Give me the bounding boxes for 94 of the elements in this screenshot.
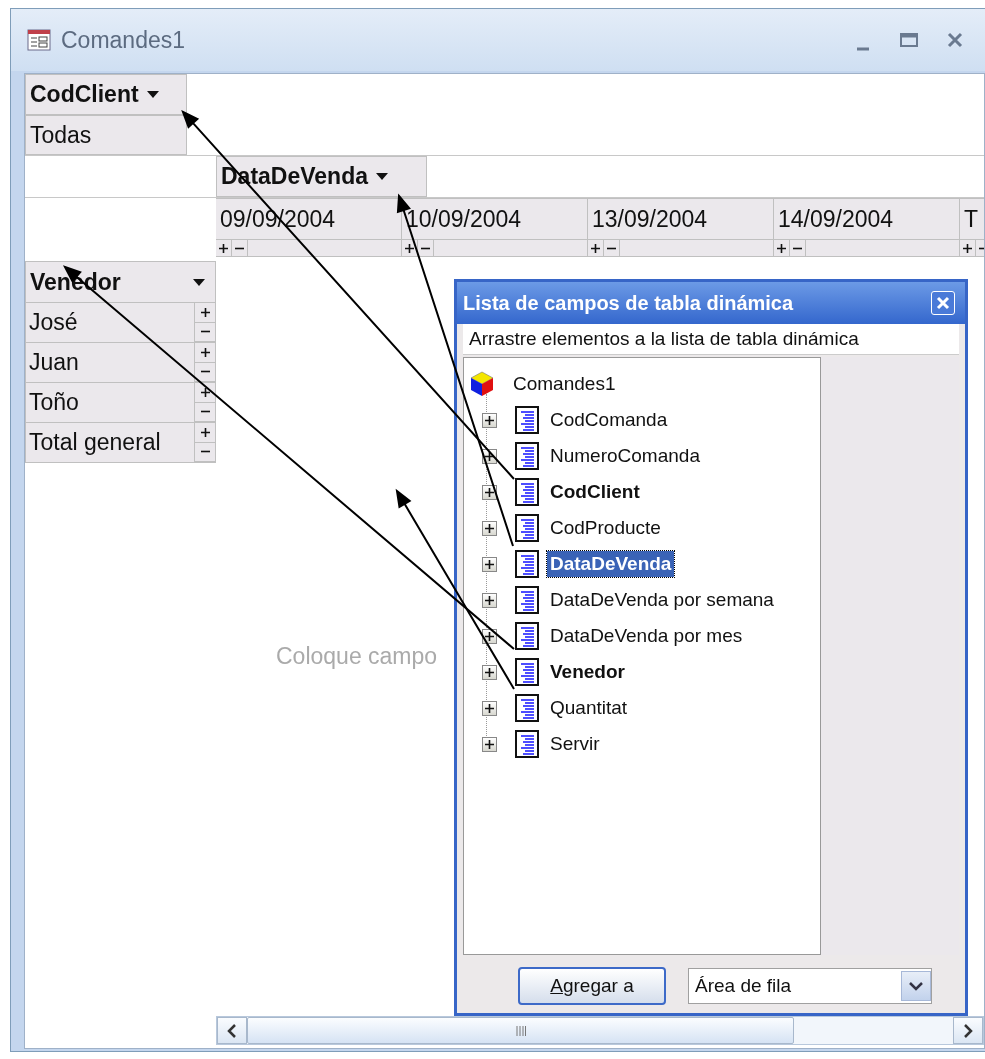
column-header: 10/09/2004 [405, 204, 523, 234]
minus-icon [200, 330, 210, 334]
field-list-icon [515, 730, 539, 758]
field-list-icon [515, 694, 539, 722]
expand-button[interactable] [482, 592, 497, 608]
plus-icon [591, 243, 600, 253]
expand-button[interactable] [482, 664, 497, 680]
expand-button[interactable] [216, 240, 232, 256]
plus-icon [200, 307, 210, 317]
row-header: Toño [28, 388, 80, 417]
scroll-right-button[interactable] [953, 1017, 983, 1044]
minus-icon [235, 246, 244, 250]
collapse-button[interactable] [790, 240, 806, 256]
expand-button[interactable] [774, 240, 790, 256]
cube-icon [470, 371, 494, 397]
field-list-icon [515, 406, 539, 434]
field-item[interactable]: NumeroComanda [547, 443, 703, 469]
minus-icon [200, 410, 210, 414]
filter-field-button[interactable]: CodClient [25, 74, 187, 115]
collapse-button[interactable] [604, 240, 620, 256]
chevron-down-icon [909, 981, 923, 991]
minus-icon [607, 246, 616, 250]
row-header: Juan [28, 348, 80, 377]
field-list-icon [515, 442, 539, 470]
add-to-button[interactable]: Agregar a [518, 967, 666, 1005]
field-list-icon [515, 478, 539, 506]
field-list-icon [515, 658, 539, 686]
field-item[interactable]: DataDeVenda por semana [547, 587, 777, 613]
chevron-right-icon [963, 1023, 973, 1038]
plus-icon [485, 703, 494, 713]
scroll-left-button[interactable] [217, 1017, 247, 1044]
plus-icon [485, 559, 494, 569]
plus-icon [777, 243, 786, 253]
row-header: Total general [28, 428, 162, 457]
minus-icon [793, 246, 802, 250]
caret-icon [376, 173, 388, 180]
instruction-text: Arrastre elementos a la lista de tabla dinámica [463, 324, 959, 355]
collapse-button[interactable] [232, 240, 248, 256]
caret-icon [146, 91, 159, 98]
expand-button[interactable] [482, 556, 497, 572]
caret-icon [193, 278, 205, 286]
expand-button[interactable] [588, 240, 604, 256]
field-item[interactable]: DataDeVenda [547, 551, 675, 577]
expand-button[interactable] [482, 700, 497, 716]
field-item[interactable]: CodComanda [547, 407, 671, 433]
plus-icon [485, 667, 494, 677]
collapse-button[interactable] [418, 240, 434, 256]
expand-button[interactable] [482, 520, 497, 536]
plus-icon [485, 595, 494, 605]
minus-icon [200, 450, 210, 454]
close-icon [936, 296, 950, 310]
filter-value: Todas [25, 115, 187, 155]
field-item[interactable]: DataDeVenda por mes [547, 623, 746, 649]
field-item[interactable]: Servir [547, 731, 603, 757]
expand-button[interactable] [482, 412, 497, 428]
minus-icon [979, 246, 984, 250]
plus-icon [219, 243, 228, 253]
plus-icon [200, 347, 210, 357]
field-item[interactable]: Venedor [547, 659, 628, 685]
field-item[interactable]: CodProducte [547, 515, 664, 541]
field-list-icon [515, 550, 539, 578]
plus-icon [200, 427, 210, 437]
field-list-icon [515, 586, 539, 614]
scrollbar-thumb[interactable] [247, 1017, 794, 1044]
maximize-icon [900, 33, 918, 47]
minus-icon [200, 370, 210, 374]
horizontal-scrollbar[interactable] [216, 1016, 984, 1045]
plus-icon [485, 739, 494, 749]
field-list-icon [515, 514, 539, 542]
area-dropdown[interactable]: Área de fila [688, 968, 932, 1004]
plus-icon [485, 523, 494, 533]
window-title: Comandes1 [61, 26, 187, 54]
grip-icon [515, 1025, 526, 1036]
field-list-icon [515, 622, 539, 650]
minus-icon [421, 246, 430, 250]
dropdown-button[interactable] [901, 971, 931, 1001]
row-header: José [28, 308, 79, 337]
tree-root-label[interactable]: Comandes1 [510, 371, 619, 397]
expand-button[interactable] [482, 736, 497, 752]
minimize-icon [856, 47, 870, 51]
column-header: T [963, 204, 980, 234]
close-icon [947, 32, 963, 48]
column-header: 14/09/2004 [777, 204, 895, 234]
column-header: 13/09/2004 [591, 204, 709, 234]
panel-title: Lista de campos de tabla dinámica [463, 291, 795, 315]
close-button[interactable] [931, 291, 955, 315]
plus-icon [485, 415, 494, 425]
field-item[interactable]: Quantitat [547, 695, 631, 721]
expand-button[interactable] [960, 240, 976, 256]
drop-zone-hint: Coloque campo [276, 643, 438, 670]
plus-icon [963, 243, 972, 253]
chevron-left-icon [227, 1023, 237, 1038]
form-icon [27, 29, 51, 51]
field-item[interactable]: CodClient [547, 479, 643, 505]
